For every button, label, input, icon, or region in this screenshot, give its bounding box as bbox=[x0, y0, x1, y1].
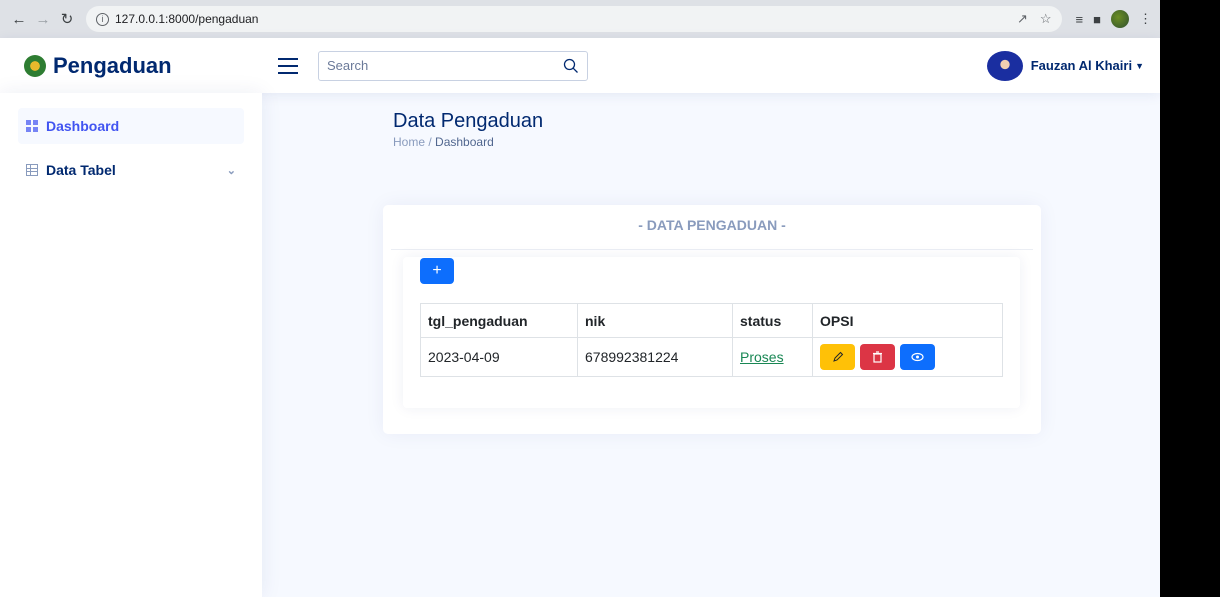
column-header-tgl-pengaduan: tgl_pengaduan bbox=[420, 303, 578, 338]
sidebar: Dashboard Data Tabel ⌄ bbox=[0, 93, 262, 597]
logo-icon bbox=[24, 54, 46, 77]
sidebar-item-label: Data Tabel bbox=[46, 162, 116, 178]
cell-status: Proses bbox=[732, 337, 813, 377]
view-button[interactable] bbox=[899, 344, 935, 370]
edit-button[interactable] bbox=[820, 344, 855, 370]
chevron-down-icon: ⌄ bbox=[226, 164, 236, 177]
hamburger-menu-icon[interactable] bbox=[278, 57, 298, 74]
share-icon[interactable]: ↗ bbox=[1017, 11, 1028, 27]
search-icon[interactable] bbox=[563, 58, 579, 74]
browser-toolbar: ← → ↻ i 127.0.0.1:8000/pengaduan ↗ ☆ ≡ ■… bbox=[0, 0, 1160, 38]
breadcrumb-separator: / bbox=[428, 135, 432, 149]
search-input[interactable] bbox=[327, 58, 563, 73]
trash-icon bbox=[872, 351, 882, 363]
address-bar[interactable]: i 127.0.0.1:8000/pengaduan ↗ ☆ bbox=[86, 6, 1062, 32]
table-header-row: tgl_pengaduan nik status OPSI bbox=[420, 303, 1003, 338]
top-header: Pengaduan Fauzan Al Khairi ▼ bbox=[0, 38, 1160, 93]
pencil-icon bbox=[832, 351, 843, 362]
grid-icon bbox=[26, 120, 38, 132]
side-panel-icon[interactable]: ■ bbox=[1093, 12, 1101, 27]
reload-icon[interactable]: ↻ bbox=[56, 8, 78, 30]
blank-area bbox=[1160, 0, 1220, 597]
table-row: 2023-04-09 678992381224 Proses bbox=[420, 337, 1003, 377]
breadcrumb: Home / Dashboard bbox=[393, 135, 494, 149]
table-icon bbox=[26, 164, 38, 176]
page-title: Data Pengaduan bbox=[393, 110, 544, 132]
sidebar-item-data-tabel[interactable]: Data Tabel ⌄ bbox=[18, 152, 244, 188]
eye-icon bbox=[911, 352, 924, 362]
cell-nik: 678992381224 bbox=[577, 337, 733, 377]
data-card: - DATA PENGADUAN - + tgl_pengaduan nik s… bbox=[383, 205, 1041, 434]
status-link[interactable]: Proses bbox=[740, 349, 784, 365]
brand-logo[interactable]: Pengaduan bbox=[24, 53, 264, 79]
column-header-status: status bbox=[732, 303, 813, 338]
breadcrumb-home[interactable]: Home bbox=[393, 135, 425, 149]
site-info-icon[interactable]: i bbox=[96, 12, 109, 26]
profile-globe-icon[interactable] bbox=[1111, 10, 1129, 28]
card-divider bbox=[391, 249, 1033, 250]
caret-down-icon: ▼ bbox=[1135, 60, 1144, 71]
page-content: Pengaduan Fauzan Al Khairi ▼ Dashboard D… bbox=[0, 38, 1160, 597]
back-arrow-icon[interactable]: ← bbox=[8, 8, 30, 30]
kebab-menu-icon[interactable]: ⋮ bbox=[1139, 11, 1152, 27]
pengaduan-table: tgl_pengaduan nik status OPSI 2023-04-09… bbox=[420, 303, 1003, 377]
column-header-opsi: OPSI bbox=[812, 303, 1003, 338]
sidebar-item-dashboard[interactable]: Dashboard bbox=[18, 108, 244, 144]
cell-tgl-pengaduan: 2023-04-09 bbox=[420, 337, 578, 377]
search-bar bbox=[318, 50, 588, 81]
cell-opsi bbox=[812, 337, 1003, 377]
user-profile-dropdown[interactable]: Fauzan Al Khairi ▼ bbox=[986, 50, 1144, 81]
reading-list-icon[interactable]: ≡ bbox=[1076, 12, 1084, 27]
brand-name: Pengaduan bbox=[53, 52, 172, 78]
column-header-nik: nik bbox=[577, 303, 733, 338]
user-name: Fauzan Al Khairi bbox=[1030, 58, 1133, 73]
forward-arrow-icon[interactable]: → bbox=[32, 8, 54, 30]
sidebar-item-label: Dashboard bbox=[46, 118, 120, 134]
bookmark-star-icon[interactable]: ☆ bbox=[1040, 11, 1052, 27]
card-title: - DATA PENGADUAN - bbox=[638, 217, 786, 233]
avatar bbox=[986, 50, 1023, 81]
delete-button[interactable] bbox=[859, 344, 895, 370]
address-url: 127.0.0.1:8000/pengaduan bbox=[115, 12, 259, 26]
breadcrumb-current: Dashboard bbox=[435, 135, 494, 149]
add-button[interactable]: + bbox=[420, 258, 454, 284]
table-container: + tgl_pengaduan nik status OPSI 2023-04-… bbox=[403, 257, 1020, 408]
